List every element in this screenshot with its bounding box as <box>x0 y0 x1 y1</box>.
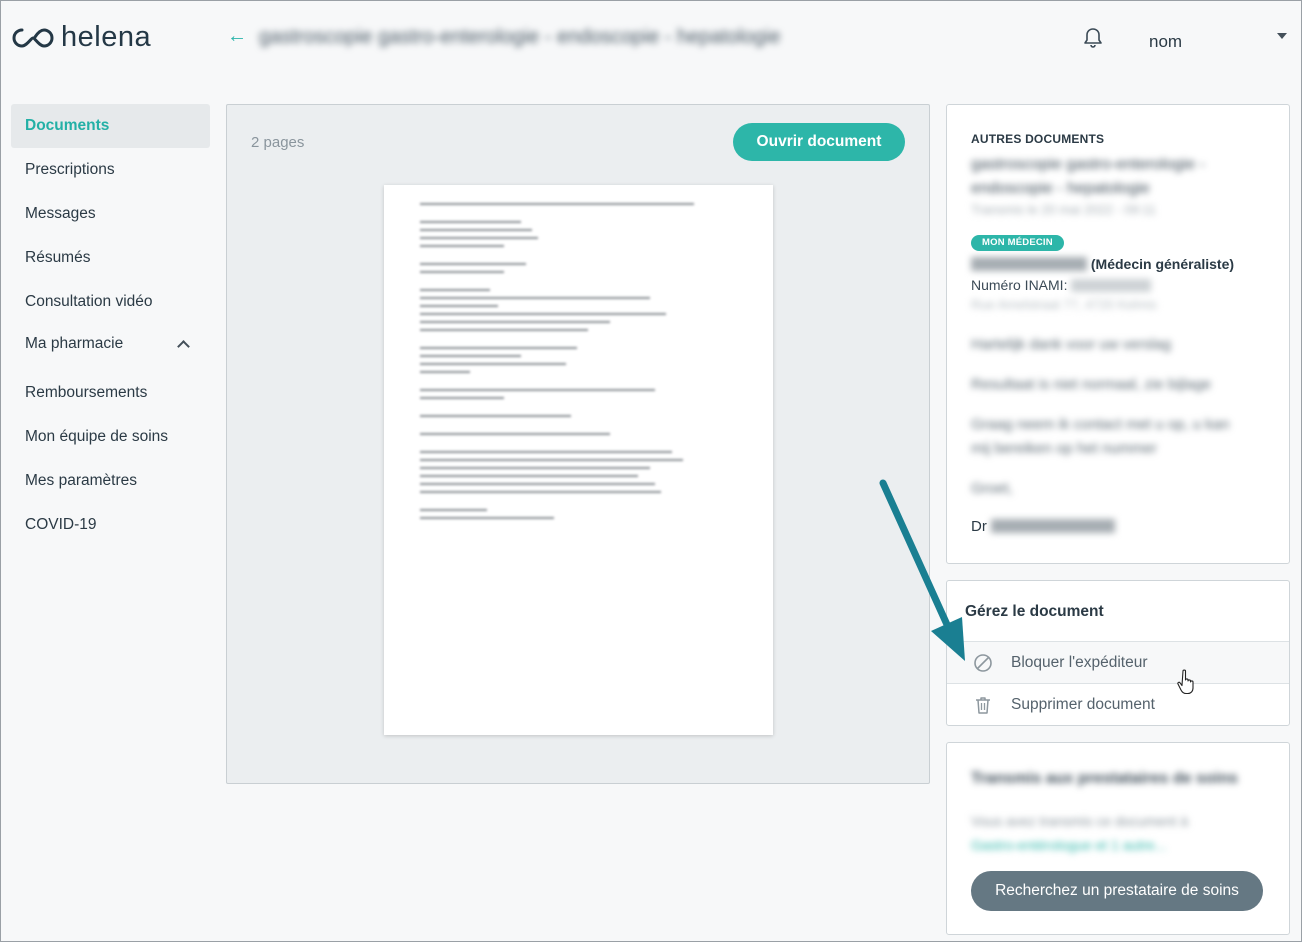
transmit-description: Vous avez transmis ce document à Gastro-… <box>971 809 1231 857</box>
other-documents-card: AUTRES DOCUMENTS gastroscopie gastro-ent… <box>946 104 1290 564</box>
sidebar-item-label: Consultation vidéo <box>25 293 153 310</box>
open-document-button[interactable]: Ouvrir document <box>733 123 905 161</box>
manage-document-card: Gérez le document Bloquer l'expéditeur S… <box>946 580 1290 726</box>
sidebar-item-label: Mon équipe de soins <box>25 428 169 445</box>
doctor-name-redacted <box>971 257 1087 271</box>
inami-line: Numéro INAMI: <box>971 277 1152 293</box>
bell-icon[interactable] <box>1083 27 1103 49</box>
sidebar-item-prescriptions[interactable]: Prescriptions <box>11 148 210 192</box>
transmit-recipients-link[interactable]: Gastro-entérologue et 1 autre... <box>971 837 1166 853</box>
sidebar-item-covid-19[interactable]: COVID-19 <box>11 503 210 547</box>
my-doctor-badge: MON MÉDECIN <box>971 235 1064 251</box>
document-preview-content <box>420 203 700 525</box>
transmit-title: Transmis aux prestataires de soins <box>971 770 1238 787</box>
sidebar-item-label: Remboursements <box>25 384 148 401</box>
sidebar-item-remboursements[interactable]: Remboursements <box>11 371 210 415</box>
search-provider-button[interactable]: Recherchez un prestataire de soins <box>971 871 1263 911</box>
caret-down-icon[interactable] <box>1277 33 1287 39</box>
sidebar-item-documents[interactable]: Documents <box>11 104 210 148</box>
sidebar-nav: Documents Prescriptions Messages Résumés… <box>11 104 210 547</box>
message-line: Resultaat is niet normaal, zie bijlage <box>971 376 1212 393</box>
app-header: helena ← gastroscopie gastro-enterologie… <box>1 1 1301 73</box>
sidebar-item-label: COVID-19 <box>25 516 97 533</box>
transmit-card: Transmis aux prestataires de soins Vous … <box>946 742 1290 935</box>
doctor-address: Rue Amelstraat 77, 4720 Kelmis <box>971 297 1157 312</box>
hand-cursor-icon <box>1177 669 1194 695</box>
page-count: 2 pages <box>251 134 305 151</box>
inami-value-redacted <box>1071 279 1152 292</box>
sidebar-item-label: Ma pharmacie <box>25 335 124 352</box>
block-sender-button[interactable]: Bloquer l'expéditeur <box>947 641 1289 683</box>
sidebar-item-mon-equipe-de-soins[interactable]: Mon équipe de soins <box>11 415 210 459</box>
manage-document-title: Gérez le document <box>965 603 1104 620</box>
chevron-up-icon[interactable] <box>177 340 190 353</box>
sidebar-item-label: Mes paramètres <box>25 472 137 489</box>
document-viewer: 2 pages Ouvrir document <box>226 104 930 784</box>
doctor-line: (Médecin généraliste) <box>971 256 1234 272</box>
signature-prefix: Dr <box>971 518 987 535</box>
block-icon <box>974 654 992 672</box>
block-sender-label: Bloquer l'expéditeur <box>1011 654 1148 671</box>
back-arrow-icon[interactable]: ← <box>227 25 247 48</box>
sidebar-item-mes-parametres[interactable]: Mes paramètres <box>11 459 210 503</box>
helena-logo[interactable]: helena <box>11 21 151 54</box>
doctor-role: (Médecin généraliste) <box>1090 256 1235 272</box>
delete-document-label: Supprimer document <box>1011 696 1155 713</box>
signature-line: Dr <box>971 518 1115 535</box>
page-title: gastroscopie gastro-enterologie - endosc… <box>259 26 781 48</box>
sidebar-item-consultation-video[interactable]: Consultation vidéo <box>11 280 210 324</box>
signature-name-redacted <box>990 519 1115 533</box>
message-line: Graag neem ik contact met u op, u kan mi… <box>971 416 1230 457</box>
sidebar-item-ma-pharmacie[interactable]: Ma pharmacie <box>11 324 210 371</box>
message-line: Hartelijk dank voor uw verslag <box>971 336 1172 353</box>
other-document-title[interactable]: gastroscopie gastro-enterologie - endosc… <box>971 153 1241 201</box>
sidebar-item-resumes[interactable]: Résumés <box>11 236 210 280</box>
other-documents-heading: AUTRES DOCUMENTS <box>971 132 1105 146</box>
sidebar-item-label: Messages <box>25 205 96 222</box>
sidebar-item-label: Prescriptions <box>25 161 115 178</box>
sidebar-item-label: Résumés <box>25 249 91 266</box>
user-name[interactable]: nom <box>1149 32 1182 52</box>
infinity-logo-icon <box>12 27 54 48</box>
trash-icon <box>976 697 990 714</box>
sidebar-item-label: Documents <box>25 117 110 134</box>
logo-text: helena <box>61 21 152 53</box>
inami-label: Numéro INAMI: <box>971 277 1068 293</box>
delete-document-button[interactable]: Supprimer document <box>947 683 1289 725</box>
message-line: Groet, <box>971 480 1013 497</box>
document-preview[interactable] <box>384 185 773 735</box>
other-document-date: Transmis le 20 mai 2022 - 09:11 <box>971 202 1156 217</box>
transmit-text: Vous avez transmis ce document à <box>971 813 1189 829</box>
sidebar-item-messages[interactable]: Messages <box>11 192 210 236</box>
